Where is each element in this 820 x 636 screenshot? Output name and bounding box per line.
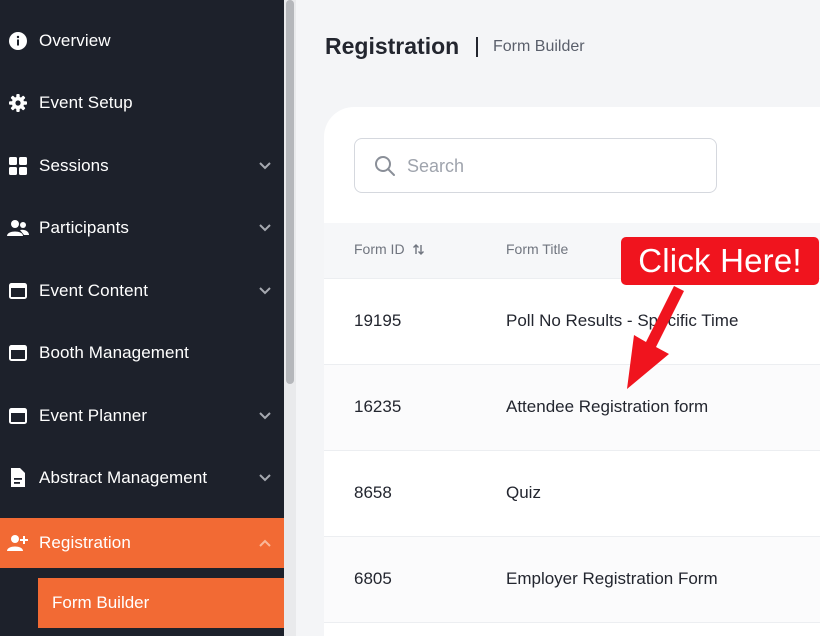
info-icon bbox=[7, 30, 29, 52]
search-box[interactable] bbox=[354, 138, 717, 193]
gear-icon bbox=[7, 92, 29, 114]
form-id-cell: 6805 bbox=[354, 569, 392, 588]
form-id-cell: 8658 bbox=[354, 483, 392, 502]
form-title-cell[interactable]: Quiz bbox=[506, 483, 541, 503]
callout-arrow-icon bbox=[627, 286, 684, 389]
table-row[interactable]: 8658 Quiz bbox=[324, 451, 820, 537]
click-here-callout: Click Here! bbox=[621, 237, 819, 285]
sidebar-item-event-setup[interactable]: Event Setup bbox=[0, 77, 284, 129]
sidebar-item-sessions[interactable]: Sessions bbox=[0, 140, 284, 192]
grid-icon bbox=[7, 155, 29, 177]
form-title-cell[interactable]: Attendee Registration form bbox=[506, 397, 708, 417]
sidebar-item-label: Event Content bbox=[39, 281, 149, 300]
sidebar-item-label: Event Planner bbox=[39, 406, 148, 425]
document-icon bbox=[7, 467, 29, 489]
table-row[interactable]: 16235 Attendee Registration form bbox=[324, 365, 820, 451]
chevron-down-icon[interactable] bbox=[257, 158, 273, 174]
chevron-down-icon[interactable] bbox=[257, 470, 273, 486]
forms-card: Form ID Form Title 19195 Poll No Results… bbox=[324, 107, 820, 636]
sidebar: Overview Event Setup Sessions Participan… bbox=[0, 0, 284, 636]
calendar-icon bbox=[7, 280, 29, 302]
table-row[interactable]: 6805 Employer Registration Form bbox=[324, 537, 820, 623]
sidebar-item-overview[interactable]: Overview bbox=[0, 15, 284, 67]
sidebar-item-label: Overview bbox=[39, 31, 111, 50]
sidebar-item-label: Participants bbox=[39, 218, 130, 237]
sidebar-item-label: Event Setup bbox=[39, 93, 133, 112]
sidebar-item-event-planner[interactable]: Event Planner bbox=[0, 390, 284, 442]
users-icon bbox=[7, 217, 29, 239]
column-header-form-id[interactable]: Form ID bbox=[354, 241, 425, 259]
chevron-up-icon[interactable] bbox=[257, 535, 273, 551]
title-divider bbox=[476, 37, 478, 57]
form-id-cell: 16235 bbox=[354, 397, 402, 416]
breadcrumb[interactable]: Form Builder bbox=[493, 38, 585, 56]
chevron-down-icon[interactable] bbox=[257, 408, 273, 424]
sidebar-item-event-content[interactable]: Event Content bbox=[0, 265, 284, 317]
sort-icon[interactable] bbox=[412, 243, 425, 259]
table-row[interactable]: 19195 Poll No Results - Specific Time bbox=[324, 279, 820, 365]
chevron-down-icon[interactable] bbox=[257, 283, 273, 299]
column-header-form-title[interactable]: Form Title bbox=[506, 241, 568, 257]
calendar-icon bbox=[7, 342, 29, 364]
sidebar-item-booth-management[interactable]: Booth Management bbox=[0, 327, 284, 379]
calendar-icon bbox=[7, 405, 29, 427]
form-title-cell[interactable]: Employer Registration Form bbox=[506, 569, 718, 589]
page-title: Registration bbox=[325, 33, 460, 59]
sidebar-item-label: Registration bbox=[39, 533, 131, 552]
sidebar-item-label: Abstract Management bbox=[39, 468, 208, 487]
column-header-label: Form ID bbox=[354, 241, 405, 257]
sidebar-item-registration[interactable]: Registration bbox=[0, 518, 284, 568]
search-icon bbox=[374, 155, 396, 177]
sidebar-item-abstract-management[interactable]: Abstract Management bbox=[0, 452, 284, 504]
sidebar-item-label: Booth Management bbox=[39, 343, 189, 362]
search-input[interactable] bbox=[407, 151, 697, 181]
form-id-cell: 19195 bbox=[354, 311, 402, 330]
chevron-down-icon[interactable] bbox=[257, 220, 273, 236]
sidebar-item-participants[interactable]: Participants bbox=[0, 202, 284, 254]
user-plus-icon bbox=[7, 532, 29, 554]
sidebar-scrollbar-thumb[interactable] bbox=[286, 0, 294, 384]
sidebar-item-label: Sessions bbox=[39, 156, 109, 175]
sidebar-subitem-form-builder[interactable]: Form Builder bbox=[38, 578, 284, 628]
